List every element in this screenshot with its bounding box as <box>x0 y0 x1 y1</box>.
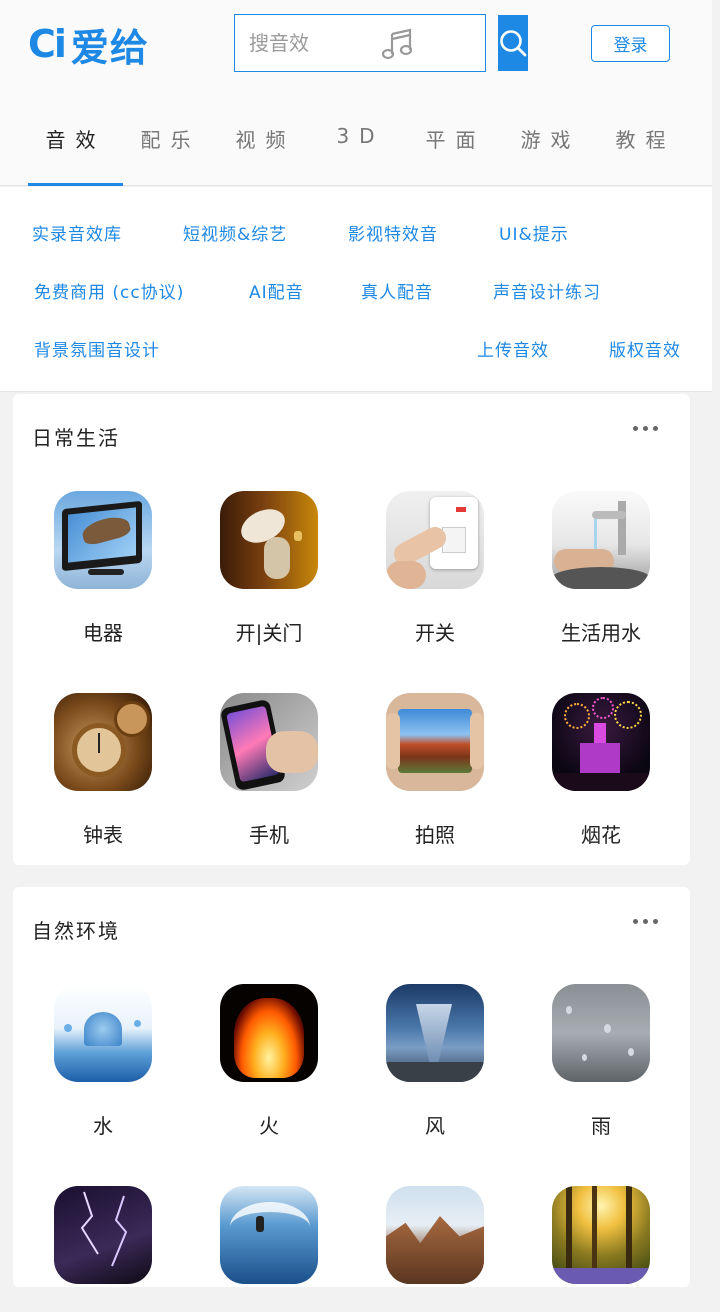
search-input[interactable] <box>235 15 498 71</box>
light-switch-image <box>386 491 484 589</box>
more-icon[interactable] <box>633 426 658 431</box>
tab-6[interactable]: 教程 <box>598 110 693 186</box>
subnav-link[interactable]: 真人配音 <box>361 278 433 303</box>
subnav-link[interactable]: 短视频&综艺 <box>183 220 287 245</box>
more-icon[interactable] <box>633 919 658 924</box>
item-label: 开|关门 <box>235 621 303 645</box>
search-button[interactable] <box>498 15 528 71</box>
item-label: 水 <box>93 1114 113 1138</box>
tv-eagle-image <box>54 491 152 589</box>
item-label: 手机 <box>249 823 289 847</box>
forest-sunlight-image <box>552 1186 650 1284</box>
tornado-image <box>386 984 484 1082</box>
sub-navigation: 实录音效库 短视频&综艺 影视特效音 UI&提示 免费商用 (cc协议) AI配… <box>0 187 712 392</box>
search-icon <box>500 30 527 57</box>
water-splash-image <box>54 984 152 1082</box>
lightning-image <box>54 1186 152 1284</box>
pocket-watch-image <box>54 693 152 791</box>
item-label: 钟表 <box>83 823 123 847</box>
fire-image <box>220 984 318 1082</box>
category-item[interactable]: 水 <box>33 984 173 1139</box>
category-item[interactable]: 雨 <box>531 984 671 1139</box>
logo-mark: Ci <box>28 22 67 66</box>
tab-1[interactable]: 配乐 <box>123 110 218 186</box>
tab-4[interactable]: 平面 <box>408 110 503 186</box>
category-item[interactable] <box>33 1186 173 1312</box>
item-label: 烟花 <box>581 823 621 847</box>
tab-2[interactable]: 视频 <box>218 110 313 186</box>
logo-text: 爱给 <box>70 25 149 70</box>
smartphone-image <box>220 693 318 791</box>
category-item[interactable]: 烟花 <box>531 693 671 848</box>
mountain-image <box>386 1186 484 1284</box>
category-item[interactable] <box>365 1186 505 1312</box>
subnav-link[interactable]: 声音设计练习 <box>493 278 601 303</box>
tab-0[interactable]: 音效 <box>28 110 123 186</box>
category-item[interactable]: 开|关门 <box>199 491 339 646</box>
brand-logo[interactable]: Ci 爱给 <box>28 22 149 70</box>
category-item[interactable]: 手机 <box>199 693 339 848</box>
subnav-link[interactable]: UI&提示 <box>499 220 569 245</box>
section-card-daily-life: 日常生活 电器 开|关门 开关 生活用水 钟表 手机 拍照 烟花 <box>13 394 690 865</box>
category-item[interactable]: 电器 <box>33 491 173 646</box>
subnav-link[interactable]: 影视特效音 <box>348 220 438 245</box>
surf-wave-image <box>220 1186 318 1284</box>
category-item[interactable] <box>531 1186 671 1312</box>
category-item[interactable]: 钟表 <box>33 693 173 848</box>
search-box <box>234 14 528 72</box>
category-item[interactable]: 火 <box>199 984 339 1139</box>
section-title: 自然环境 <box>32 919 120 943</box>
tab-3[interactable]: 3D <box>313 110 408 186</box>
item-label: 雨 <box>591 1114 611 1138</box>
door-hand-image <box>220 491 318 589</box>
item-label: 电器 <box>83 621 123 645</box>
item-label: 风 <box>425 1114 445 1138</box>
item-label: 拍照 <box>415 823 455 847</box>
photo-landscape-image <box>386 693 484 791</box>
category-item[interactable]: 拍照 <box>365 693 505 848</box>
item-label: 生活用水 <box>561 621 641 645</box>
subnav-link[interactable]: 版权音效 <box>609 336 681 361</box>
category-item[interactable]: 风 <box>365 984 505 1139</box>
section-card-nature: 自然环境 水 火 风 雨 <box>13 887 690 1287</box>
subnav-link[interactable]: 上传音效 <box>477 336 549 361</box>
fireworks-castle-image <box>552 693 650 791</box>
subnav-link[interactable]: 免费商用 (cc协议) <box>34 278 184 303</box>
category-item[interactable]: 生活用水 <box>531 491 671 646</box>
header: Ci 爱给 登录 音效配乐视频3D平面游戏教程 <box>0 0 712 186</box>
login-button[interactable]: 登录 <box>591 25 670 62</box>
rain-glass-image <box>552 984 650 1082</box>
subnav-link[interactable]: AI配音 <box>249 278 304 303</box>
item-label: 开关 <box>415 621 455 645</box>
subnav-link[interactable]: 实录音效库 <box>32 220 122 245</box>
subnav-link[interactable]: 背景氛围音设计 <box>34 336 160 361</box>
category-item[interactable] <box>199 1186 339 1312</box>
item-label: 火 <box>259 1114 279 1138</box>
category-tabs: 音效 配乐 视频 3D 平面 游戏 教程 <box>28 110 693 186</box>
section-title: 日常生活 <box>32 426 120 450</box>
tab-5[interactable]: 游戏 <box>503 110 598 186</box>
music-note-icon[interactable] <box>380 28 416 60</box>
faucet-image <box>552 491 650 589</box>
category-item[interactable]: 开关 <box>365 491 505 646</box>
